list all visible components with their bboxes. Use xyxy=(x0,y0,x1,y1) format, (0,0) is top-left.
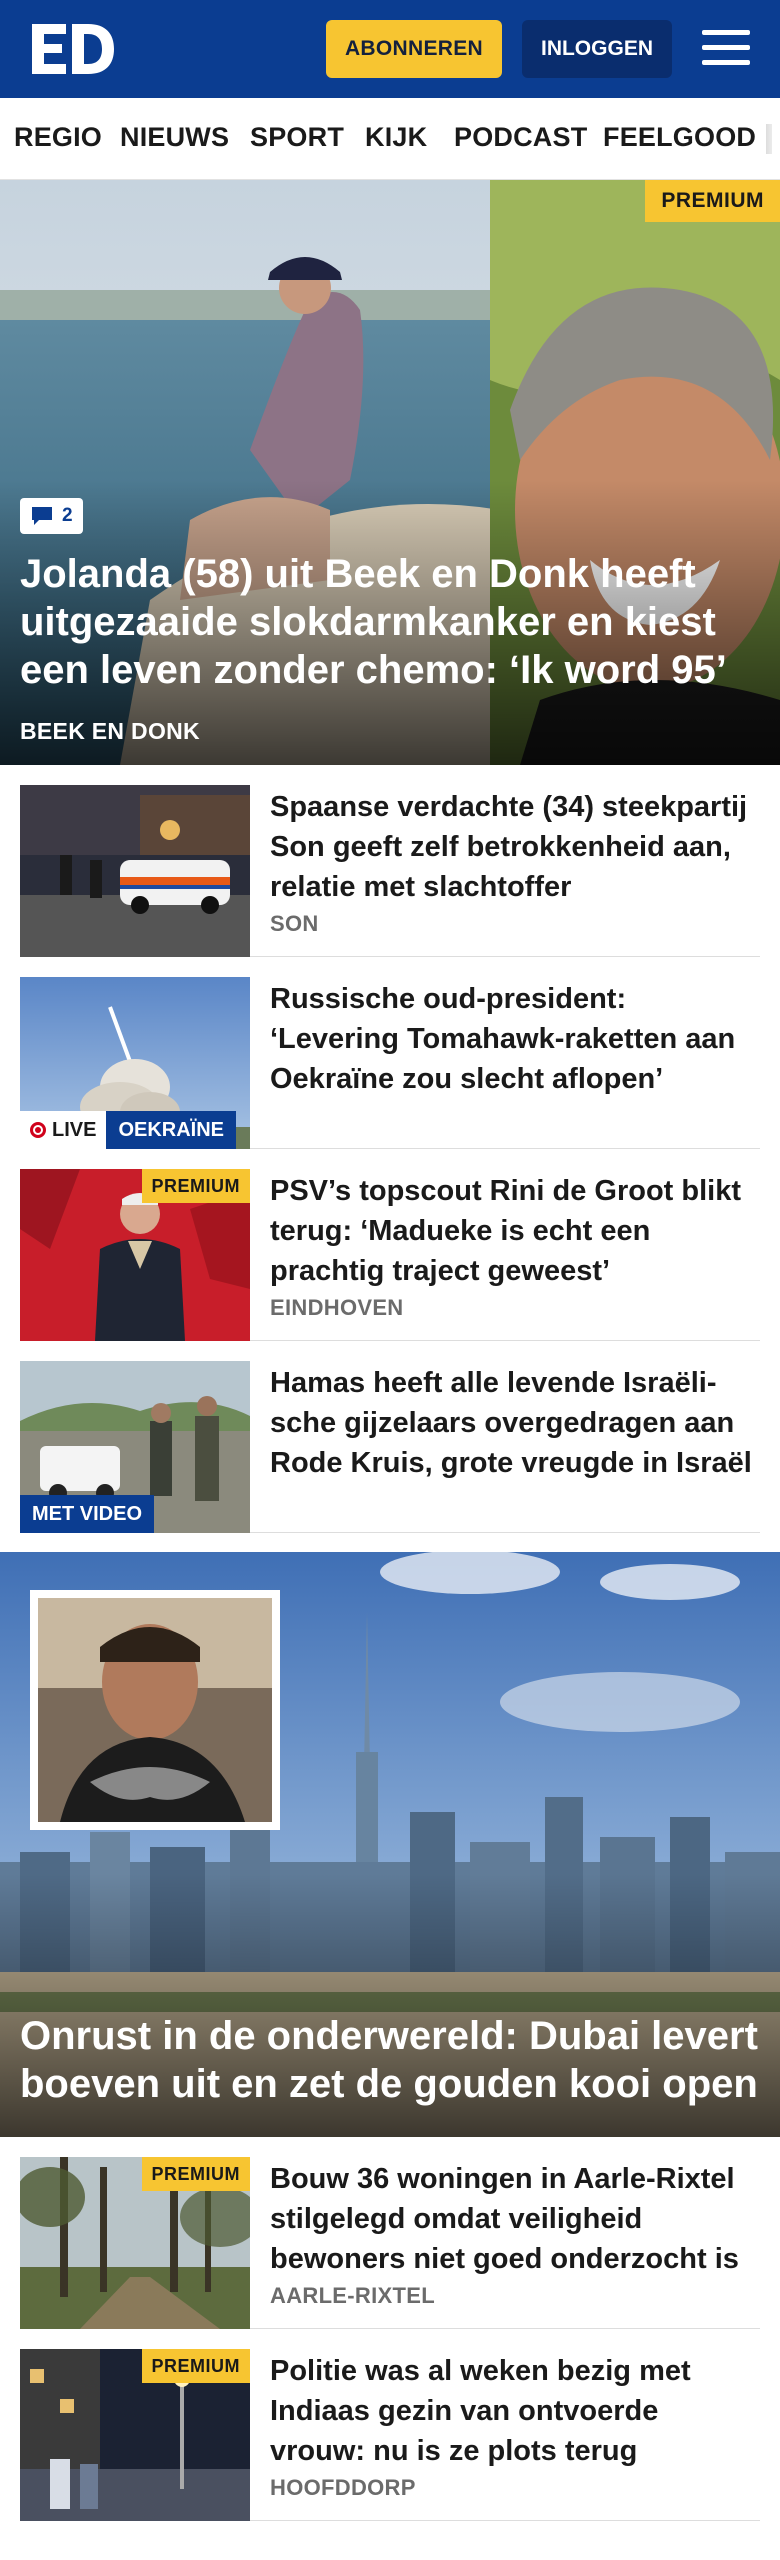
nav-item-feelgood[interactable]: FEELGOOD xyxy=(603,122,756,153)
top-bar: ABONNEREN INLOGGEN xyxy=(0,0,780,98)
article-title[interactable]: PSV’s topscout Rini de Groot blikt terug… xyxy=(270,1171,760,1291)
article-item[interactable]: Spaanse verdachte (34) steekpartij Son g… xyxy=(20,785,760,957)
topic-badge: OEKRAÏNE xyxy=(106,1111,237,1149)
comment-icon xyxy=(32,507,52,525)
article-location: SON xyxy=(270,911,319,936)
nav-item-nieuws[interactable]: NIEUWS xyxy=(120,122,229,153)
premium-badge: PREMIUM xyxy=(141,1169,250,1203)
nav-item-podcast[interactable]: PODCAST xyxy=(454,122,587,153)
nav-item-regio[interactable]: REGIO xyxy=(14,122,102,153)
comment-count-badge[interactable]: 2 xyxy=(20,498,83,534)
article-location: HOOFDDORP xyxy=(270,2475,416,2500)
article-location: EINDHOVEN xyxy=(270,1295,404,1320)
login-button[interactable]: INLOGGEN xyxy=(522,20,672,78)
article-item[interactable]: PREMIUM Politie was al weken bezig met I… xyxy=(20,2349,760,2521)
article-title[interactable]: Spaanse verdachte (34) steekpartij Son g… xyxy=(270,787,760,907)
article-title[interactable]: Hamas heeft alle levende Israëli­sche gi… xyxy=(270,1363,760,1483)
hero-article[interactable]: PREMIUM 2 Jolanda (58) uit Beek en Donk … xyxy=(0,180,780,765)
article-item[interactable]: LIVE OEKRAÏNE Russische oud-president: ‘… xyxy=(20,977,760,1149)
premium-badge: PREMIUM xyxy=(645,180,780,222)
article-thumbnail xyxy=(20,785,250,957)
article-thumbnail: PREMIUM xyxy=(20,2349,250,2521)
premium-badge: PREMIUM xyxy=(141,2349,250,2383)
article-thumbnail: PREMIUM xyxy=(20,1169,250,1341)
article-title[interactable]: Russische oud-president: ‘Levering Tomah… xyxy=(270,979,760,1099)
feature-headline[interactable]: Onrust in de onderwereld: Dubai levert b… xyxy=(20,2012,760,2108)
article-location: AARLE-RIXTEL xyxy=(270,2283,435,2308)
premium-badge: PREMIUM xyxy=(141,2157,250,2191)
nav-item-sport[interactable]: SPORT xyxy=(250,122,344,153)
comment-count: 2 xyxy=(62,505,73,526)
article-title[interactable]: Politie was al weken bezig met Indiaas g… xyxy=(270,2351,760,2471)
article-thumbnail: LIVE OEKRAÏNE xyxy=(20,977,250,1149)
subscribe-button[interactable]: ABONNEREN xyxy=(326,20,502,78)
article-thumbnail: MET VIDEO xyxy=(20,1361,250,1533)
video-badge: MET VIDEO xyxy=(20,1495,155,1533)
feature-article[interactable]: Onrust in de onderwereld: Dubai levert b… xyxy=(0,1552,780,2137)
ed-logo[interactable] xyxy=(28,18,116,78)
live-dot-icon xyxy=(30,1122,46,1138)
hero-headline[interactable]: Jolanda (58) uit Beek en Donk heeft uitg… xyxy=(20,550,765,694)
article-title[interactable]: Bouw 36 woningen in Aarle-Rix­tel stilge… xyxy=(270,2159,760,2279)
hamburger-menu-icon[interactable] xyxy=(700,26,752,70)
live-badge: LIVE OEKRAÏNE xyxy=(20,1111,237,1149)
article-item[interactable]: PREMIUM PSV’s topscout Rini de Groot bli… xyxy=(20,1169,760,1341)
hero-location: BEEK EN DONK xyxy=(20,718,200,744)
article-item[interactable]: PREMIUM Bouw 36 woningen in Aarle-Rix­te… xyxy=(20,2157,760,2329)
nav-item-kijk[interactable]: KIJK xyxy=(365,122,427,153)
section-nav: REGIO NIEUWS SPORT KIJK PODCAST FEELGOOD xyxy=(0,98,780,180)
article-thumbnail: PREMIUM xyxy=(20,2157,250,2329)
article-item[interactable]: MET VIDEO Hamas heeft alle levende Israë… xyxy=(20,1361,760,1533)
